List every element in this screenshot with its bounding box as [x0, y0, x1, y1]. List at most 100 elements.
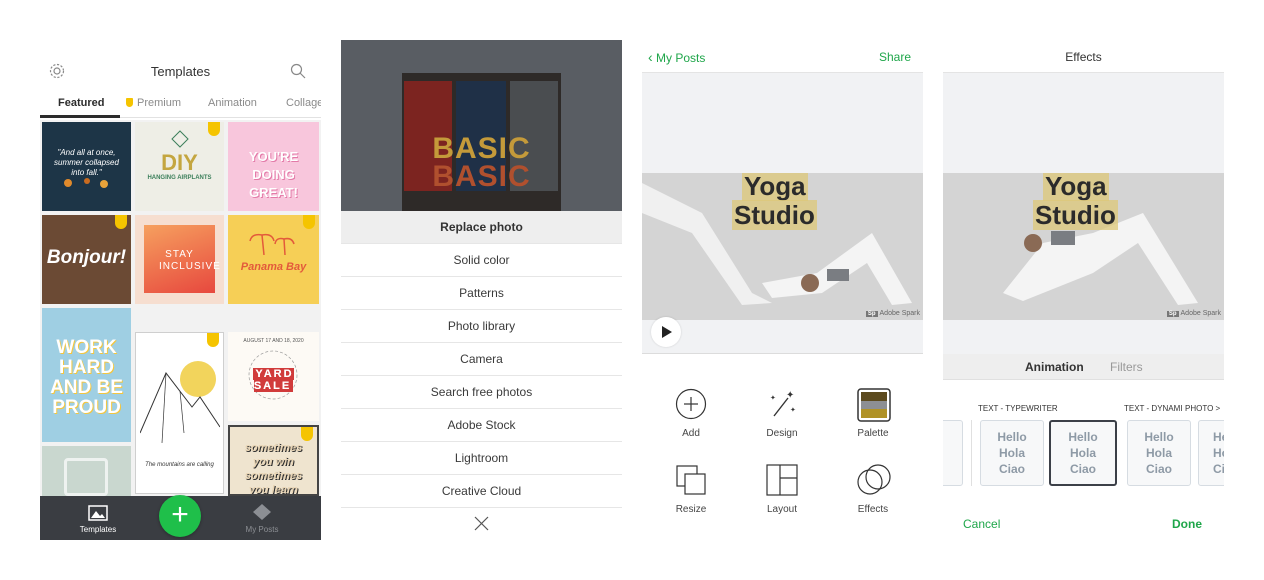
premium-badge — [115, 215, 127, 229]
add-tool[interactable]: Add — [656, 384, 726, 444]
effect-card-text: Hola — [1145, 446, 1172, 460]
template-tile-subtext: HANGING AIRPLANTS — [147, 175, 212, 181]
template-tile-subtext: AUGUST 17 AND 18, 2020 — [243, 338, 304, 344]
menu-item-lightroom[interactable]: Lightroom — [341, 442, 622, 475]
menu-item-photo-library[interactable]: Photo library — [341, 310, 622, 343]
tab-animation[interactable]: Animation — [208, 97, 257, 109]
yard-sale-label: YARD SALE — [253, 368, 294, 392]
done-button[interactable]: Done — [1172, 517, 1202, 531]
template-tile[interactable]: DIY HANGING AIRPLANTS — [135, 122, 224, 211]
template-tile[interactable]: "And all at once, summer collapsed into … — [42, 122, 131, 211]
page-title: Templates — [150, 64, 211, 79]
template-tile[interactable]: sometimes you win sometimes you learn — [228, 425, 319, 496]
category-photo-link[interactable]: PHOTO > — [1185, 404, 1220, 413]
effect-card-selected[interactable]: Hello Hola Ciao — [1049, 420, 1117, 486]
back-button[interactable]: ‹ My Posts — [648, 49, 705, 65]
template-tile[interactable]: Panama Bay — [228, 215, 319, 304]
resize-tool-label: Resize — [675, 504, 707, 515]
design-tool-label: Design — [766, 428, 798, 439]
resize-tool[interactable]: Resize — [656, 460, 726, 520]
effect-card-dynamic[interactable]: Hello Hola Ciao — [1127, 420, 1191, 486]
mountain-sun-icon — [140, 361, 220, 444]
palette-tool-label: Palette — [857, 428, 889, 439]
play-icon — [662, 326, 672, 338]
create-button[interactable]: + — [159, 495, 201, 537]
template-tile-art — [64, 458, 108, 496]
tab-collage[interactable]: Collage — [286, 97, 321, 109]
search-icon[interactable] — [289, 62, 307, 80]
layout-tool[interactable]: Layout — [747, 460, 817, 520]
effect-card-text: Hello — [1144, 430, 1174, 444]
template-tile[interactable]: STAY INCLUSIVE — [135, 215, 224, 304]
play-button[interactable] — [651, 317, 681, 347]
template-tile[interactable] — [42, 446, 131, 496]
effects-preview-canvas: Yoga Studio Sp Adobe Spark — [943, 72, 1224, 354]
page-title: Effects — [1065, 50, 1102, 64]
close-icon[interactable] — [474, 516, 489, 531]
template-tile[interactable]: Bonjour! — [42, 215, 131, 304]
watermark: Sp Adobe Spark — [1166, 310, 1221, 317]
premium-icon — [126, 98, 133, 107]
effect-card-typewriter[interactable]: Hello Hola Ciao — [980, 420, 1044, 486]
svg-text:✦: ✦ — [770, 394, 776, 402]
template-grid: "And all at once, summer collapsed into … — [40, 120, 321, 496]
yoga-photo: Yoga Studio Sp Adobe Spark — [943, 173, 1224, 320]
replace-photo-menu: Replace photo Solid color Patterns Photo… — [341, 211, 622, 508]
layout-icon — [766, 464, 798, 496]
menu-item-search-free-photos[interactable]: Search free photos — [341, 376, 622, 409]
template-tile-text: STAY INCLUSIVE — [159, 249, 221, 272]
menu-item-camera[interactable]: Camera — [341, 343, 622, 376]
template-tile-text: sometimes you win sometimes you learn — [244, 442, 303, 496]
post-canvas[interactable]: Yoga Studio Sp Adobe Spark — [642, 72, 923, 354]
magic-wand-icon: ✦ ✦ ✦ — [770, 390, 796, 417]
templates-icon — [88, 505, 108, 521]
effects-screen: Effects Yoga Studio Sp Adobe Spark Animat… — [943, 40, 1224, 540]
tab-premium-label: Premium — [137, 97, 182, 109]
effects-tool[interactable]: Effects — [838, 460, 908, 520]
post-editor-screen: ‹ My Posts Share Yoga Studio Sp Adobe Spa… — [642, 40, 923, 540]
tab-featured[interactable]: Featured — [58, 97, 104, 109]
effect-card-text: Hello — [1068, 430, 1098, 444]
post-title-line1: Yoga — [1043, 173, 1109, 201]
effects-icon — [857, 464, 891, 495]
category-dynamic: TEXT - DYNAMI — [1124, 404, 1183, 413]
template-tile-text: Panama Bay — [240, 261, 307, 273]
palm-tree-icon — [249, 233, 295, 255]
template-tile-text: YOU'RE DOING GREAT! — [248, 149, 299, 200]
svg-text:✦: ✦ — [786, 390, 794, 401]
template-tile-text: DIY — [161, 150, 198, 175]
watermark: Sp Adobe Spark — [865, 310, 920, 317]
palette-tool[interactable]: Palette — [838, 384, 908, 444]
menu-item-creative-cloud[interactable]: Creative Cloud — [341, 475, 622, 508]
nav-my-posts[interactable]: My Posts — [222, 496, 302, 540]
template-tile[interactable]: The mountains are calling — [135, 332, 224, 494]
menu-item-patterns[interactable]: Patterns — [341, 277, 622, 310]
watermark-text: Adobe Spark — [1180, 310, 1221, 317]
tab-filters[interactable]: Filters — [1110, 360, 1143, 374]
tab-animation[interactable]: Animation — [1025, 360, 1084, 374]
template-tile[interactable]: AUGUST 17 AND 18, 2020 YARD SALE — [228, 332, 319, 421]
menu-item-solid-color[interactable]: Solid color — [341, 244, 622, 277]
design-tool[interactable]: ✦ ✦ ✦ Design — [747, 384, 817, 444]
template-tile[interactable]: YOU'RE DOING GREAT! — [228, 122, 319, 211]
post-title-line1-text: Yoga — [1043, 173, 1109, 201]
post-title-line1: Yoga — [742, 173, 808, 201]
template-tile[interactable]: WORK HARD AND BE PROUD — [42, 308, 131, 442]
tab-premium[interactable]: Premium — [126, 97, 181, 109]
nav-templates[interactable]: Templates — [58, 496, 138, 540]
effect-card-partial[interactable]: Hello Hola Ciao — [1198, 420, 1224, 486]
premium-badge — [301, 427, 313, 441]
effect-card[interactable] — [943, 420, 963, 486]
premium-badge — [207, 333, 219, 347]
template-tile-text: WORK HARD AND BE PROUD — [50, 337, 123, 418]
menu-item-adobe-stock[interactable]: Adobe Stock — [341, 409, 622, 442]
resize-icon — [676, 465, 706, 495]
palette-icon — [857, 388, 891, 422]
cancel-button[interactable]: Cancel — [963, 517, 1000, 531]
category-typewriter: TEXT - TYPEWRITER — [978, 404, 1058, 413]
effect-card-text: Ciao — [998, 462, 1025, 476]
share-button[interactable]: Share — [879, 50, 911, 64]
post-title-line2-text: Studio — [1033, 200, 1118, 230]
post-title-line2: Studio — [732, 200, 817, 230]
effect-card-text: Hola — [1213, 446, 1224, 460]
